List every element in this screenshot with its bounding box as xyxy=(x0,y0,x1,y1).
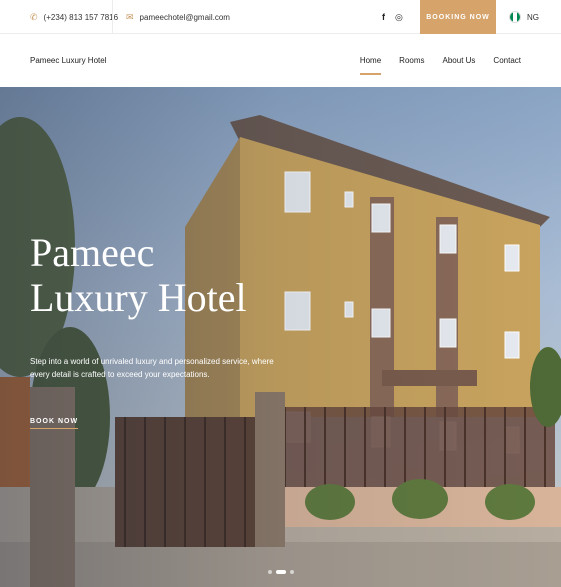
slide-dot[interactable] xyxy=(268,570,272,574)
language-code: NG xyxy=(527,12,539,22)
nav-about-us[interactable]: About Us xyxy=(443,52,476,69)
social-links: f ◎ xyxy=(382,0,403,34)
hero-title-line-1: Pameec xyxy=(30,230,155,275)
nav-home[interactable]: Home xyxy=(359,52,382,75)
brand-name[interactable]: Pameec Luxury Hotel xyxy=(30,34,106,87)
language-selector[interactable]: NG xyxy=(509,0,539,34)
hero-title-line-2: Luxury Hotel xyxy=(30,275,247,320)
hero-title: Pameec Luxury Hotel xyxy=(30,230,290,320)
booking-now-button[interactable]: BOOKING NOW xyxy=(420,0,496,34)
slider-dots xyxy=(268,570,294,574)
mail-icon: ✉ xyxy=(126,11,134,22)
main-navbar: Pameec Luxury Hotel Home Rooms About Us … xyxy=(0,34,561,87)
phone-icon: ✆ xyxy=(30,11,38,22)
divider xyxy=(112,0,113,34)
hero-overlay xyxy=(0,87,561,587)
book-now-button[interactable]: BOOK NOW xyxy=(30,418,79,429)
nav-contact[interactable]: Contact xyxy=(493,52,521,69)
top-bar: ✆ (+234) 813 157 7816 ✉ pameechotel@gmai… xyxy=(0,0,561,34)
email-address[interactable]: pameechotel@gmail.com xyxy=(140,13,230,22)
slide-dot[interactable] xyxy=(290,570,294,574)
email-contact[interactable]: ✉ pameechotel@gmail.com xyxy=(126,0,230,34)
facebook-icon[interactable]: f xyxy=(382,12,385,22)
nigeria-flag-icon xyxy=(509,11,521,23)
hero-subtitle: Step into a world of unrivaled luxury an… xyxy=(30,357,274,379)
instagram-icon[interactable]: ◎ xyxy=(395,12,403,23)
hero-section: Pameec Luxury Hotel Step into a world of… xyxy=(0,87,561,587)
phone-number[interactable]: (+234) 813 157 7816 xyxy=(44,13,119,22)
slide-dot-active[interactable] xyxy=(276,570,286,574)
nav-rooms[interactable]: Rooms xyxy=(399,52,424,69)
phone-contact[interactable]: ✆ (+234) 813 157 7816 xyxy=(30,0,118,34)
main-nav: Home Rooms About Us Contact xyxy=(359,34,521,87)
